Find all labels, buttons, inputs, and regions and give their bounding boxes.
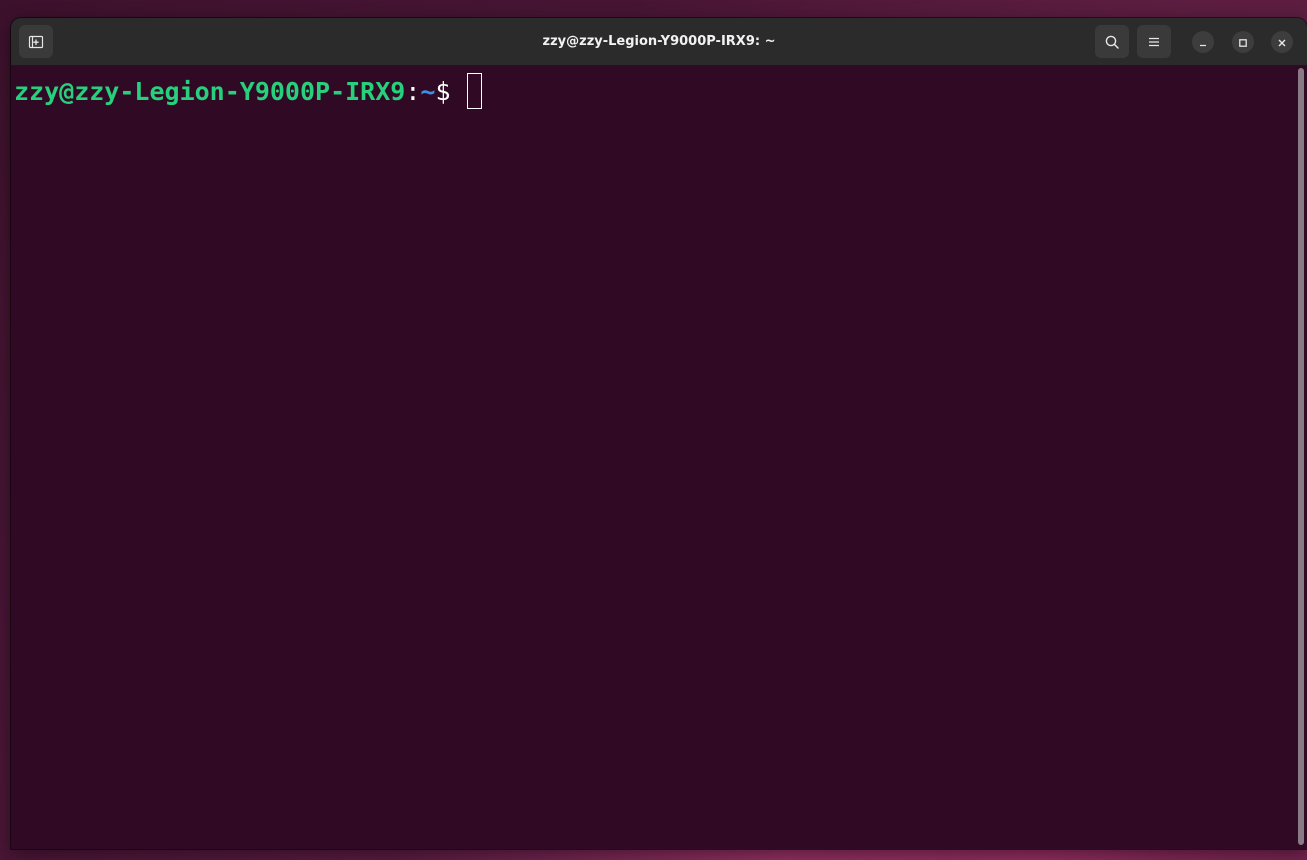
new-tab-icon — [28, 34, 44, 50]
terminal-window: zzy@zzy-Legion-Y9000P-IRX9: ~ zzy@zzy-Le… — [11, 18, 1307, 849]
headerbar: zzy@zzy-Legion-Y9000P-IRX9: ~ — [11, 18, 1307, 66]
prompt-path: ~ — [420, 76, 436, 106]
prompt-line: zzy@zzy-Legion-Y9000P-IRX9: ~ $ — [14, 72, 482, 110]
vertical-scrollbar[interactable] — [1295, 66, 1307, 849]
prompt-symbol: $ — [435, 76, 451, 106]
new-tab-button[interactable] — [19, 25, 53, 58]
maximize-icon — [1238, 33, 1248, 52]
scrollbar-thumb[interactable] — [1298, 68, 1304, 845]
main-menu-button[interactable] — [1137, 25, 1171, 58]
search-icon — [1104, 34, 1120, 50]
hamburger-menu-icon — [1147, 35, 1161, 49]
terminal-area[interactable]: zzy@zzy-Legion-Y9000P-IRX9: ~ $ — [11, 66, 1295, 849]
close-button[interactable] — [1271, 31, 1293, 53]
minimize-button[interactable] — [1192, 31, 1214, 53]
close-icon — [1277, 33, 1287, 52]
maximize-button[interactable] — [1232, 31, 1254, 53]
prompt-user-host: zzy@zzy-Legion-Y9000P-IRX9 — [14, 76, 406, 106]
search-button[interactable] — [1095, 25, 1129, 58]
minimize-icon — [1198, 33, 1208, 52]
prompt-colon: : — [405, 76, 421, 106]
text-cursor — [466, 73, 482, 109]
